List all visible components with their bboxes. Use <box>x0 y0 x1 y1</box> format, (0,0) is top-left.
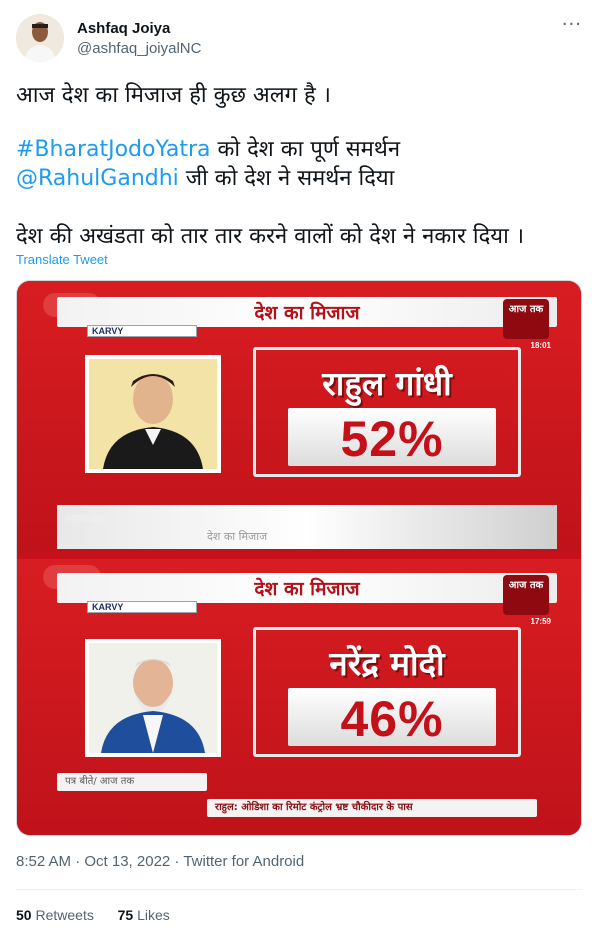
author-name[interactable]: Ashfaq Joiya <box>77 20 170 37</box>
retweets-label: Retweets <box>35 907 94 923</box>
mention-link[interactable]: @RahulGandhi <box>16 166 179 191</box>
translate-tweet-link[interactable]: Translate Tweet <box>16 252 108 267</box>
bottom-candidate-name: नरेंद्र मोदी <box>329 644 445 683</box>
top-clock: 18:01 <box>530 341 551 350</box>
likes-label: Likes <box>137 907 170 923</box>
avatar[interactable] <box>16 14 64 62</box>
top-candidate-image <box>89 359 217 469</box>
bottom-percent-box: 46% <box>288 688 496 747</box>
tweet-text-line-1: आज देश का मिजाज ही कुछ अलग है । <box>16 83 332 108</box>
bottom-candidate-image <box>89 643 217 753</box>
top-candidate-name: राहुल गांधी <box>322 364 452 403</box>
retweets-stat[interactable]: 50 Retweets <box>16 907 94 923</box>
top-percent-value: 52% <box>340 411 444 467</box>
tweet-timestamp[interactable]: 8:52 AM · Oct 13, 2022 · Twitter for And… <box>16 853 304 870</box>
top-aajtak-logo: आज तक <box>503 299 549 339</box>
top-banner: देश का मिजाज <box>57 297 557 327</box>
top-banner-text: देश का मिजाज <box>254 302 360 324</box>
top-result-box: राहुल गांधी 52% <box>253 347 521 477</box>
top-percent-box: 52% <box>288 408 496 467</box>
bottom-result-box: नरेंद्र मोदी 46% <box>253 627 521 757</box>
bottom-banner: देश का मिजाज <box>57 573 557 603</box>
bottom-sponsor-label: KARVY <box>87 601 197 613</box>
more-options-icon[interactable]: ··· <box>562 16 582 34</box>
divider-top <box>16 889 582 890</box>
likes-count: 75 <box>117 907 134 923</box>
middle-strip-text: देश का मिजाज <box>207 530 268 543</box>
tweet-text-line-2: #BharatJodoYatra को देश का पूर्ण समर्थन <box>16 135 400 165</box>
tweet-media-image[interactable]: देश का मिजाज KARVY आज तक 18:01 राहुल गां… <box>16 280 582 836</box>
retweets-count: 50 <box>16 907 32 923</box>
top-sponsor-label: KARVY <box>87 325 197 337</box>
bottom-clock: 17:59 <box>530 617 551 626</box>
tweet-text-line-2-rest: को देश का पूर्ण समर्थन <box>210 137 401 162</box>
tweet-text-line-4: देश की अखंडता को तार तार करने वालों को द… <box>16 224 525 249</box>
media-panel-bottom: देश का मिजाज KARVY आज तक 17:59 नरेंद्र म… <box>17 559 581 835</box>
tweet-text-line-3: @RahulGandhi जी को देश ने समर्थन दिया <box>16 164 394 194</box>
bottom-percent-value: 46% <box>340 691 444 747</box>
likes-stat[interactable]: 75 Likes <box>118 907 170 923</box>
author-handle[interactable]: @ashfaq_joiyalNC <box>77 40 201 57</box>
tweet-text-line-3-rest: जी को देश ने समर्थन दिया <box>178 166 395 191</box>
bottom-ticker-left: पत्र बीते/ आज तक <box>57 773 207 791</box>
tweet-stats: 50 Retweets 75 Likes <box>16 907 170 923</box>
top-candidate-photo <box>85 355 221 473</box>
avatar-image <box>16 14 64 62</box>
bottom-ticker-main: राहुल: ओडिशा का रिमोट कंट्रोल भ्रष्ट चौक… <box>207 799 537 817</box>
tweet-header: Ashfaq Joiya @ashfaq_joiyalNC ··· <box>16 14 582 64</box>
bottom-banner-text: देश का मिजाज <box>254 578 360 600</box>
bottom-aajtak-logo: आज तक <box>503 575 549 615</box>
middle-ticker-left: लाइव/आज <box>65 514 106 525</box>
bottom-candidate-photo <box>85 639 221 757</box>
media-panel-top: देश का मिजाज KARVY आज तक 18:01 राहुल गां… <box>17 281 581 553</box>
hashtag-link[interactable]: #BharatJodoYatra <box>16 137 211 162</box>
